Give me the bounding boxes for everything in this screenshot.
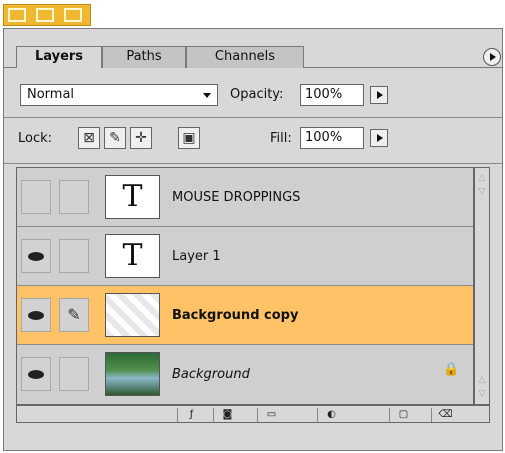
layer-row-mouse-droppings[interactable]: T MOUSE DROPPINGS (17, 168, 473, 227)
opacity-field[interactable]: 100% (300, 84, 364, 106)
layers-palette: Layers Paths Channels Normal Opacity: 10… (3, 28, 503, 451)
scroll-down-icon[interactable]: ▽ (477, 186, 487, 198)
layer-name: Background (172, 367, 250, 382)
lock-label: Lock: (18, 131, 53, 146)
lock-paint-icon[interactable]: ✎ (104, 127, 126, 149)
layer-row-background[interactable]: Background 🔒 (17, 345, 473, 404)
layer-row-background-copy[interactable]: ✎ Background copy (17, 286, 473, 345)
link-toggle[interactable] (59, 180, 89, 214)
layer-list-scrollbar[interactable]: △ ▽ △ ▽ (474, 167, 490, 405)
tab-channels[interactable]: Channels (186, 46, 304, 68)
image-layer-thumbnail (105, 352, 160, 396)
blend-mode-select[interactable]: Normal (20, 84, 218, 106)
new-set-icon[interactable]: ▭ (257, 408, 285, 422)
visibility-toggle[interactable] (21, 180, 51, 214)
new-layer-icon[interactable]: ▢ (389, 408, 417, 422)
brush-icon[interactable]: ✎ (59, 298, 89, 332)
fill-slider-arrow-icon[interactable] (370, 129, 388, 147)
lock-icon: 🔒 (443, 362, 460, 377)
chevron-down-icon (203, 93, 211, 98)
zoom-window-button[interactable] (64, 8, 82, 22)
minimize-window-button[interactable] (36, 8, 54, 22)
divider (4, 117, 502, 118)
palette-title-bar (3, 4, 91, 26)
opacity-slider-arrow-icon[interactable] (370, 86, 388, 104)
close-window-button[interactable] (8, 8, 26, 22)
visibility-toggle[interactable] (21, 298, 51, 332)
opacity-label: Opacity: (230, 87, 284, 102)
layer-list: T MOUSE DROPPINGS T Layer 1 ✎ Background… (16, 167, 474, 405)
scroll-up-icon[interactable]: △ (477, 172, 487, 184)
palette-menu-icon[interactable] (483, 48, 501, 66)
link-toggle[interactable] (59, 239, 89, 273)
scroll-up-icon[interactable]: △ (477, 374, 487, 386)
layer-name: Layer 1 (172, 249, 221, 264)
layer-style-icon[interactable]: ƒ (177, 408, 205, 422)
eye-icon (28, 370, 44, 379)
tab-paths[interactable]: Paths (102, 46, 186, 68)
layer-name: Background copy (172, 308, 299, 323)
link-toggle[interactable] (59, 357, 89, 391)
lock-move-icon[interactable]: ✛ (130, 127, 152, 149)
layer-row-layer-1[interactable]: T Layer 1 (17, 227, 473, 286)
blend-mode-value: Normal (27, 87, 75, 102)
lock-transparency-icon[interactable]: ⊠ (78, 127, 100, 149)
eye-icon (28, 311, 44, 320)
visibility-toggle[interactable] (21, 239, 51, 273)
visibility-toggle[interactable] (21, 357, 51, 391)
fill-field[interactable]: 100% (300, 127, 364, 149)
scroll-down-icon[interactable]: ▽ (477, 388, 487, 400)
fill-label: Fill: (270, 131, 292, 146)
mask-icon[interactable]: ◙ (213, 408, 241, 422)
eye-icon (28, 252, 44, 261)
lock-all-icon[interactable]: ▣ (178, 127, 200, 149)
layers-bottom-toolbar: ƒ ◙ ▭ ◐ ▢ ⌫ (16, 405, 490, 423)
tab-layers[interactable]: Layers (16, 46, 102, 68)
layer-name: MOUSE DROPPINGS (172, 190, 301, 205)
text-layer-thumbnail: T (105, 234, 160, 278)
trash-icon[interactable]: ⌫ (431, 408, 459, 422)
image-layer-thumbnail (105, 293, 160, 337)
adjustment-icon[interactable]: ◐ (317, 408, 345, 422)
text-layer-thumbnail: T (105, 175, 160, 219)
divider (4, 163, 502, 164)
